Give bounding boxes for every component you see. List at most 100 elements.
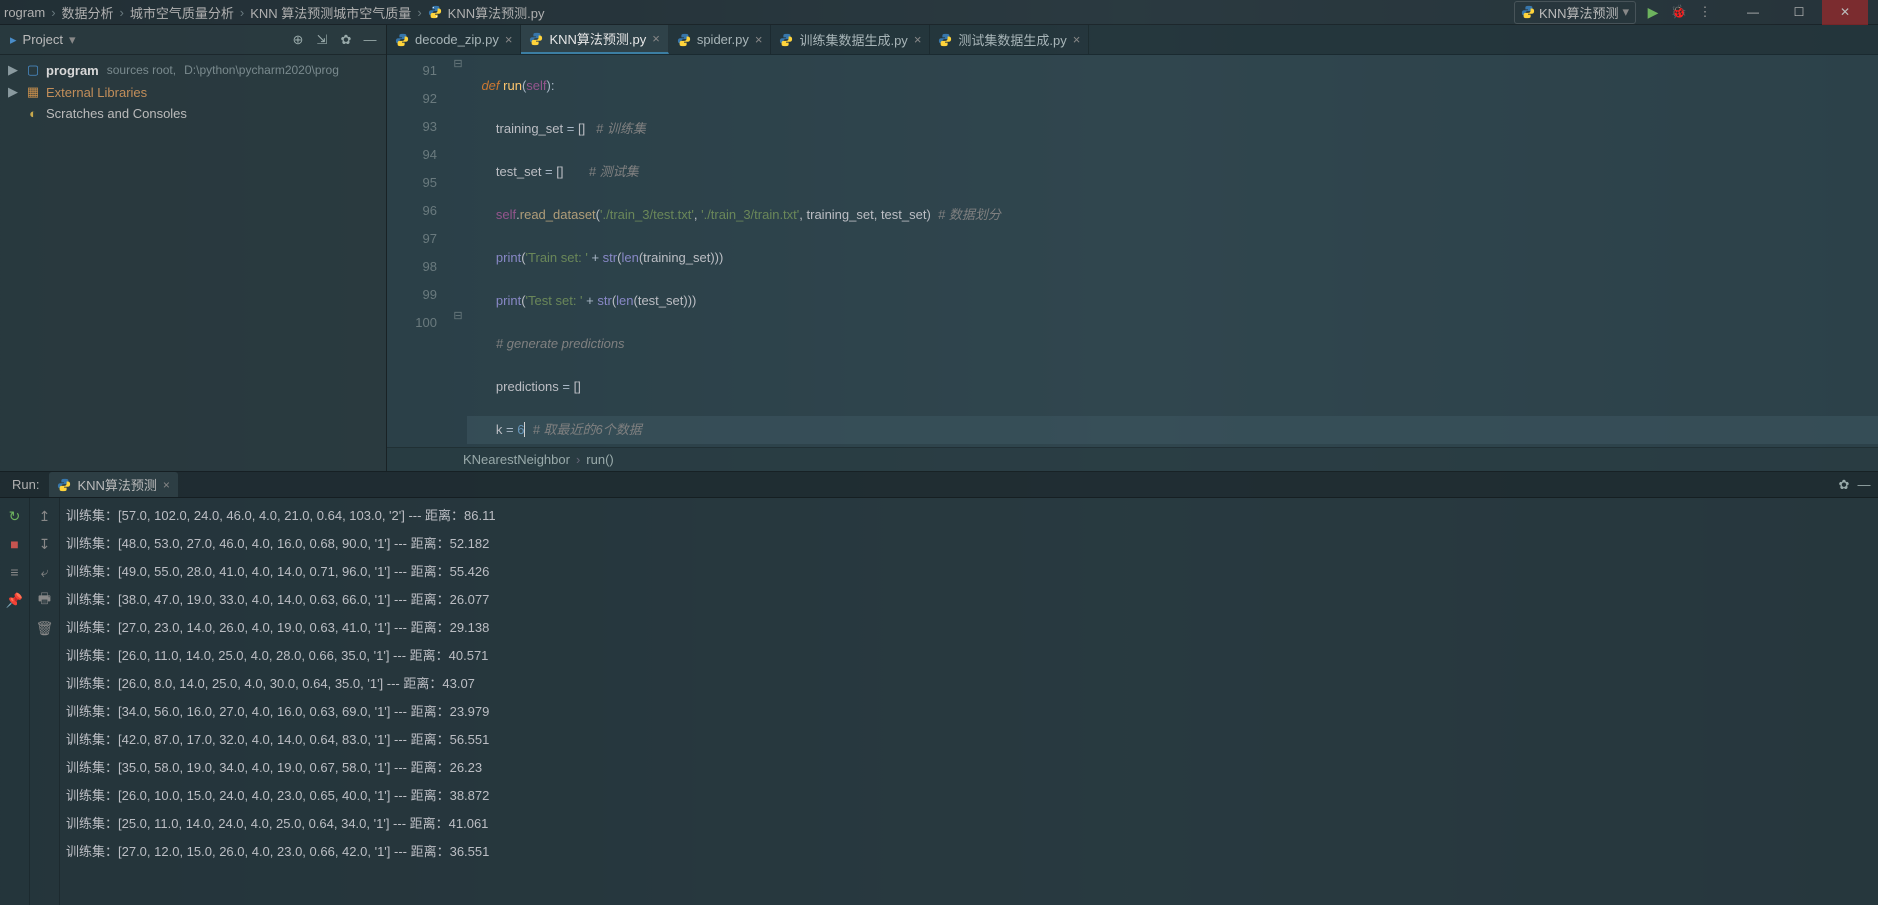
editor-tab[interactable]: decode_zip.py× bbox=[387, 25, 521, 54]
close-icon[interactable]: × bbox=[755, 32, 763, 47]
python-file-icon bbox=[57, 478, 71, 492]
rerun-button[interactable]: ↻ bbox=[0, 502, 29, 530]
code-body[interactable]: def run(self): training_set = [] # 训练集 t… bbox=[467, 55, 1878, 447]
project-pane-header: ▸ Project ▾ ⊕ ⇲ ✿ — bbox=[0, 25, 386, 55]
run-tab[interactable]: KNN算法预测 × bbox=[49, 472, 177, 497]
hide-icon[interactable]: — bbox=[360, 32, 380, 47]
line-number: 99 bbox=[387, 281, 437, 309]
run-configuration[interactable]: KNN算法预测 ▾ bbox=[1514, 1, 1636, 24]
tree-external-libraries[interactable]: ▶ ▦ External Libraries bbox=[0, 81, 386, 103]
code-line: self.read_dataset('./train_3/test.txt', … bbox=[467, 201, 1878, 229]
editor-tab[interactable]: spider.py × bbox=[669, 25, 772, 54]
console-line: 训练集：[25.0, 11.0, 14.0, 24.0, 4.0, 25.0, … bbox=[66, 810, 1872, 838]
editor-tab[interactable]: 测试集数据生成.py× bbox=[930, 25, 1089, 54]
tree-root-path: D:\python\pycharm2020\prog bbox=[184, 63, 339, 77]
fold-icon[interactable]: ⊟ bbox=[449, 309, 467, 337]
project-view-dropdown[interactable]: ▸ Project ▾ bbox=[6, 30, 284, 50]
play-icon: ▶ bbox=[1648, 4, 1659, 21]
line-gutter: 919293949596979899100 bbox=[387, 55, 449, 447]
close-icon[interactable]: × bbox=[652, 31, 660, 46]
tree-scratches[interactable]: ◐ Scratches and Consoles bbox=[0, 103, 386, 124]
code-line: print('Test set: ' + str(len(test_set))) bbox=[467, 287, 1878, 315]
tab-label: spider.py bbox=[697, 32, 749, 47]
python-file-icon bbox=[938, 33, 952, 47]
run-panel-body: ↻ ■ ≡ 📌 ↥ ↧ ⤶ 🖶 🗑 训练集：[57.0, 102.0, 24.0… bbox=[0, 498, 1878, 905]
gear-icon[interactable]: ✿ bbox=[1834, 477, 1854, 493]
minimize-button[interactable]: — bbox=[1730, 0, 1776, 25]
run-panel-header: Run: KNN算法预测 × ✿ — bbox=[0, 472, 1878, 498]
main-split: ▸ Project ▾ ⊕ ⇲ ✿ — ▶ ▢ program sources … bbox=[0, 25, 1878, 471]
editor-tab[interactable]: KNN算法预测.py × bbox=[521, 25, 668, 54]
python-file-icon bbox=[395, 33, 409, 47]
down-stack-button[interactable]: ↧ bbox=[30, 530, 59, 558]
crumb-function[interactable]: run() bbox=[586, 452, 613, 467]
close-icon[interactable]: × bbox=[914, 32, 922, 47]
console-line: 训练集：[26.0, 10.0, 15.0, 24.0, 4.0, 23.0, … bbox=[66, 782, 1872, 810]
close-icon[interactable]: × bbox=[505, 32, 513, 47]
fold-icon[interactable]: ⊟ bbox=[449, 57, 467, 85]
breadcrumb[interactable]: rogram› 数据分析› 城市空气质量分析› KNN 算法预测城市空气质量› … bbox=[4, 3, 1514, 22]
code-editor[interactable]: 919293949596979899100 ⊟ ⊟ def run(self):… bbox=[387, 55, 1878, 447]
structure-breadcrumb[interactable]: KNearestNeighbor › run() bbox=[387, 447, 1878, 471]
code-line: predictions = [] bbox=[467, 373, 1878, 401]
scratch-icon: ◐ bbox=[24, 106, 42, 121]
hide-icon[interactable]: — bbox=[1854, 477, 1874, 492]
line-number: 92 bbox=[387, 85, 437, 113]
breadcrumb-item[interactable]: rogram bbox=[4, 5, 45, 20]
tab-label: KNN算法预测.py bbox=[549, 29, 646, 48]
print-button[interactable]: 🖶 bbox=[30, 586, 59, 614]
console-line: 训练集：[27.0, 23.0, 14.0, 26.0, 4.0, 19.0, … bbox=[66, 614, 1872, 642]
code-line: k = 6 # 取最近的6个数据 bbox=[467, 416, 1878, 444]
pin-button[interactable]: 📌 bbox=[0, 586, 29, 614]
tab-label: 训练集数据生成.py bbox=[799, 30, 907, 49]
line-number: 98 bbox=[387, 253, 437, 281]
chevron-down-icon: ▾ bbox=[1622, 4, 1629, 20]
console-line: 训练集：[48.0, 53.0, 27.0, 46.0, 4.0, 16.0, … bbox=[66, 530, 1872, 558]
run-label: Run: bbox=[4, 477, 47, 492]
layout-button[interactable]: ≡ bbox=[0, 558, 29, 586]
run-toolbar-left: ↻ ■ ≡ 📌 bbox=[0, 498, 30, 905]
dots-icon: ⋮ bbox=[1699, 4, 1712, 20]
line-number: 97 bbox=[387, 225, 437, 253]
breadcrumb-item[interactable]: 城市空气质量分析 bbox=[130, 3, 234, 22]
editor-tab[interactable]: 训练集数据生成.py × bbox=[771, 25, 930, 54]
console-output[interactable]: 训练集：[57.0, 102.0, 24.0, 46.0, 4.0, 21.0,… bbox=[60, 498, 1878, 905]
maximize-button[interactable]: ☐ bbox=[1776, 0, 1822, 25]
crumb-class[interactable]: KNearestNeighbor bbox=[463, 452, 570, 467]
line-number: 91 bbox=[387, 57, 437, 85]
run-button[interactable]: ▶ bbox=[1644, 3, 1662, 21]
editor-pane: decode_zip.py×KNN算法预测.py×spider.py×训练集数据… bbox=[387, 25, 1878, 471]
tree-root[interactable]: ▶ ▢ program sources root, D:\python\pych… bbox=[0, 59, 386, 81]
tree-label: External Libraries bbox=[46, 85, 147, 100]
close-button[interactable]: ✕ bbox=[1822, 0, 1868, 25]
folder-icon: ▸ bbox=[10, 32, 17, 48]
expand-icon[interactable]: ⇲ bbox=[312, 32, 332, 48]
code-line: # generate predictions bbox=[467, 330, 1878, 358]
soft-wrap-button[interactable]: ⤶ bbox=[30, 558, 59, 586]
run-toolbar-left2: ↥ ↧ ⤶ 🖶 🗑 bbox=[30, 498, 60, 905]
more-run-button[interactable]: ⋮ bbox=[1696, 3, 1714, 21]
code-line: print('Train set: ' + str(len(training_s… bbox=[467, 244, 1878, 272]
breadcrumb-item[interactable]: 数据分析 bbox=[62, 3, 114, 22]
breadcrumb-item[interactable]: KNN 算法预测城市空气质量 bbox=[250, 3, 411, 22]
trash-button[interactable]: 🗑 bbox=[30, 614, 59, 642]
python-file-icon bbox=[779, 33, 793, 47]
tree-root-label: program bbox=[46, 63, 99, 78]
stop-button[interactable]: ■ bbox=[0, 530, 29, 558]
line-number: 100 bbox=[387, 309, 437, 337]
chevron-down-icon: ▾ bbox=[69, 32, 76, 48]
console-line: 训练集：[35.0, 58.0, 19.0, 34.0, 4.0, 19.0, … bbox=[66, 754, 1872, 782]
chevron-right-icon: › bbox=[576, 452, 580, 467]
fold-column: ⊟ ⊟ bbox=[449, 55, 467, 447]
close-icon[interactable]: × bbox=[1073, 32, 1081, 47]
project-tree: ▶ ▢ program sources root, D:\python\pych… bbox=[0, 55, 386, 128]
console-line: 训练集：[42.0, 87.0, 17.0, 32.0, 4.0, 14.0, … bbox=[66, 726, 1872, 754]
up-stack-button[interactable]: ↥ bbox=[30, 502, 59, 530]
debug-button[interactable]: 🐞 bbox=[1670, 3, 1688, 21]
locate-icon[interactable]: ⊕ bbox=[288, 32, 308, 48]
console-line: 训练集：[57.0, 102.0, 24.0, 46.0, 4.0, 21.0,… bbox=[66, 502, 1872, 530]
breadcrumb-file[interactable]: KNN算法预测.py bbox=[448, 3, 545, 22]
code-line: training_set = [] # 训练集 bbox=[467, 115, 1878, 143]
gear-icon[interactable]: ✿ bbox=[336, 32, 356, 48]
close-icon[interactable]: × bbox=[163, 478, 170, 492]
